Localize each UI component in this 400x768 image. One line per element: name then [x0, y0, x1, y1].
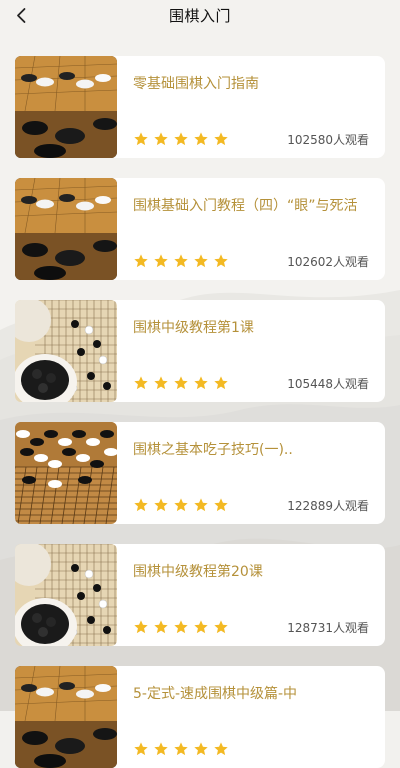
star-icon [193, 253, 209, 269]
star-icon [133, 253, 149, 269]
star-icon [133, 497, 149, 513]
course-card[interactable]: 围棋之基本吃子技巧(一).. 122889人观看 [15, 422, 385, 524]
star-icon [193, 619, 209, 635]
page-title: 围棋入门 [168, 7, 231, 25]
star-icon [133, 619, 149, 635]
star-icon [153, 497, 169, 513]
course-thumbnail [15, 178, 117, 280]
star-icon [173, 497, 189, 513]
course-title: 零基础围棋入门指南 [133, 76, 259, 92]
view-count: 122889人观看 [287, 499, 369, 513]
star-icon [173, 131, 189, 147]
star-icon [133, 741, 149, 757]
star-icon [153, 253, 169, 269]
course-title: 5-定式-速成围棋中级篇-中 [133, 686, 298, 702]
course-title: 围棋中级教程第20课 [133, 564, 263, 580]
star-icon [193, 131, 209, 147]
star-icon [213, 375, 229, 391]
course-card[interactable]: 围棋中级教程第1课 105448人观看 [15, 300, 385, 402]
course-card[interactable]: 围棋基础入门教程（四）“眼”与死活 102602人观看 [15, 178, 385, 280]
star-icon [153, 375, 169, 391]
star-icon [193, 497, 209, 513]
star-rating [133, 741, 229, 757]
star-rating [133, 375, 229, 391]
star-rating [133, 497, 229, 513]
star-icon [193, 375, 209, 391]
star-icon [173, 375, 189, 391]
star-rating [133, 619, 229, 635]
star-icon [173, 619, 189, 635]
star-icon [153, 741, 169, 757]
star-icon [193, 741, 209, 757]
star-icon [153, 131, 169, 147]
view-count: 105448人观看 [287, 377, 369, 391]
course-thumbnail [15, 422, 117, 524]
star-icon [133, 375, 149, 391]
star-icon [213, 619, 229, 635]
course-thumbnail [15, 300, 117, 402]
star-rating [133, 253, 229, 269]
view-count: 102580人观看 [287, 133, 369, 147]
header-bar: 围棋入门 [0, 0, 400, 36]
star-icon [153, 619, 169, 635]
star-icon [133, 131, 149, 147]
star-rating [133, 131, 229, 147]
course-card[interactable]: 5-定式-速成围棋中级篇-中 [15, 666, 385, 768]
course-card[interactable]: 围棋中级教程第20课 128731人观看 [15, 544, 385, 646]
course-title: 围棋之基本吃子技巧(一).. [133, 442, 293, 458]
star-icon [213, 131, 229, 147]
star-icon [173, 253, 189, 269]
course-thumbnail [15, 666, 117, 768]
course-card[interactable]: 零基础围棋入门指南 102580人观看 [15, 56, 385, 158]
course-thumbnail [15, 544, 117, 646]
star-icon [173, 741, 189, 757]
view-count: 102602人观看 [287, 255, 369, 269]
star-icon [213, 253, 229, 269]
course-title: 围棋中级教程第1课 [133, 320, 254, 336]
course-title: 围棋基础入门教程（四）“眼”与死活 [133, 198, 358, 214]
star-icon [213, 741, 229, 757]
view-count: 128731人观看 [287, 621, 369, 635]
star-icon [213, 497, 229, 513]
course-thumbnail [15, 56, 117, 158]
